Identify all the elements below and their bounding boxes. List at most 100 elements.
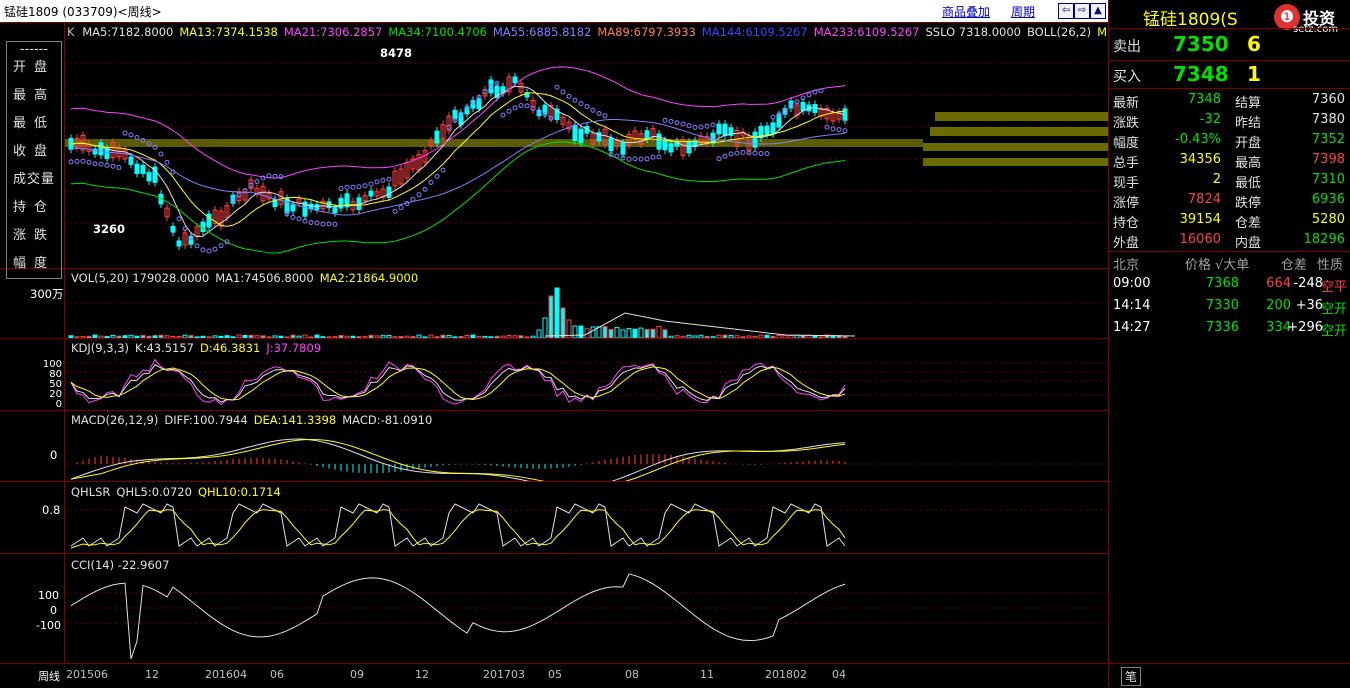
kdj-tick: 0 xyxy=(55,399,62,410)
overlay-commodity-link[interactable]: 商品叠加 xyxy=(942,3,990,20)
tab-trades[interactable]: 笔 xyxy=(1121,667,1142,686)
indicator-value: QHL5:0.0720 xyxy=(116,485,192,499)
tick-cell: -248 xyxy=(1293,276,1323,291)
volume-bar xyxy=(128,334,134,338)
volume-bar xyxy=(746,335,752,338)
tick-cell: 09:00 xyxy=(1113,276,1151,291)
volume-bar xyxy=(152,335,158,338)
volume-bar xyxy=(134,335,140,338)
candle-body xyxy=(140,164,146,174)
x-axis-label: 201802 xyxy=(765,668,807,681)
sar-dot xyxy=(218,243,224,249)
candle-body xyxy=(176,240,182,247)
vol-axis-label: 300万 xyxy=(30,287,64,301)
volume-bar xyxy=(122,335,128,338)
main-kline-chart[interactable] xyxy=(65,39,1108,267)
qhl10-line xyxy=(70,509,846,549)
resistance-band xyxy=(935,112,1108,121)
volume-bar xyxy=(518,335,524,338)
volume-bar xyxy=(626,328,632,338)
nav-left-button[interactable]: ⇦ xyxy=(1058,3,1074,19)
candle-body xyxy=(200,221,206,232)
sar-dot xyxy=(296,216,302,222)
volume-bar xyxy=(314,334,320,338)
sar-dot xyxy=(830,126,836,132)
volume-bar xyxy=(458,336,464,338)
kdj-chart[interactable] xyxy=(65,355,1108,410)
candle-body xyxy=(620,142,626,155)
brand-url: setz.com xyxy=(1293,24,1339,35)
x-axis-label: 11 xyxy=(700,668,714,681)
sar-dot xyxy=(512,105,518,111)
indicator-value: MA5:7182.8000 xyxy=(82,25,174,39)
tick-cell: +36 xyxy=(1295,298,1323,313)
volume-bar xyxy=(68,335,74,338)
sell-price: 7350 xyxy=(1173,32,1229,56)
sar-dot xyxy=(386,176,392,182)
volume-chart[interactable] xyxy=(65,283,1108,338)
stat-cell: 34356 xyxy=(1179,152,1221,167)
nav-right-button[interactable]: ⇨ xyxy=(1074,3,1090,19)
qhl5-line xyxy=(70,503,846,547)
volume-bar xyxy=(740,336,746,338)
volume-bar xyxy=(674,335,680,338)
volume-bar xyxy=(308,336,314,338)
candle-body xyxy=(146,172,152,182)
indicator-value: CCI(14) -22.9607 xyxy=(71,558,170,572)
resistance-band xyxy=(923,158,1108,166)
volume-bar xyxy=(638,327,644,338)
sar-dot xyxy=(308,219,314,225)
volume-bar xyxy=(218,335,224,338)
stat-row: 幅度 -0.43% 开盘 7352 xyxy=(1109,132,1350,152)
stat-cell: -32 xyxy=(1199,112,1221,127)
volume-bar xyxy=(278,335,284,338)
volume-bar xyxy=(74,336,80,338)
sar-dot xyxy=(86,159,92,165)
stat-cell: 7352 xyxy=(1311,132,1345,147)
sar-dot xyxy=(710,122,716,128)
panel-divider xyxy=(0,410,1108,411)
tick-cell: 14:14 xyxy=(1113,298,1151,313)
cci-chart[interactable] xyxy=(65,571,1108,663)
volume-bar xyxy=(368,334,374,338)
volume-bar xyxy=(326,336,332,338)
stat-cell: 开盘 xyxy=(1235,136,1262,151)
qhl-indicator-values: QHLSR QHL5:0.0720 QHL10:0.1714 xyxy=(67,485,281,499)
indicator-value: DIFF:100.7944 xyxy=(164,413,248,427)
legend-open: 开盘 xyxy=(12,60,55,75)
nav-up-button[interactable]: ▲ xyxy=(1090,3,1106,19)
chart-area[interactable]: K MA5:7182.8000 MA13:7374.1538 MA21:7306.2… xyxy=(0,22,1152,687)
sar-dot xyxy=(290,214,296,220)
volume-bar xyxy=(482,336,488,338)
volume-bar xyxy=(80,336,86,338)
volume-bar xyxy=(650,328,656,338)
legend-volume: 成交量 xyxy=(12,172,55,187)
sar-dot xyxy=(128,132,134,138)
period-link[interactable]: 周期 xyxy=(1011,3,1035,20)
sar-dot xyxy=(668,119,674,125)
volume-bar xyxy=(536,329,542,338)
sar-dot xyxy=(506,108,512,114)
stat-cell: 内盘 xyxy=(1235,236,1262,251)
panel-divider xyxy=(0,481,1108,482)
volume-bar xyxy=(404,335,410,338)
x-axis-label: 201604 xyxy=(205,668,247,681)
kdj-axis-ticks: 100 80 50 20 0 xyxy=(40,360,62,410)
macd-chart[interactable] xyxy=(65,426,1108,481)
sar-dot xyxy=(434,173,440,179)
volume-bar xyxy=(734,335,740,338)
sar-dot xyxy=(92,161,98,167)
cci-tick: 0 xyxy=(50,604,57,617)
volume-bar xyxy=(542,317,548,338)
panel-divider xyxy=(0,553,1108,554)
stat-cell: 最高 xyxy=(1235,156,1262,171)
stat-cell: 现手 xyxy=(1113,176,1140,191)
tick-row: 14:14 7330 200 +36 空开 xyxy=(1109,298,1350,318)
x-axis-label: 201506 xyxy=(66,668,108,681)
volume-bar xyxy=(620,329,626,338)
stat-cell: 7824 xyxy=(1187,192,1221,207)
qhl-chart[interactable] xyxy=(65,498,1108,553)
stat-cell: 外盘 xyxy=(1113,236,1140,251)
x-axis-label: 09 xyxy=(350,668,364,681)
indicator-value: MA144:6109.5267 xyxy=(701,25,808,39)
